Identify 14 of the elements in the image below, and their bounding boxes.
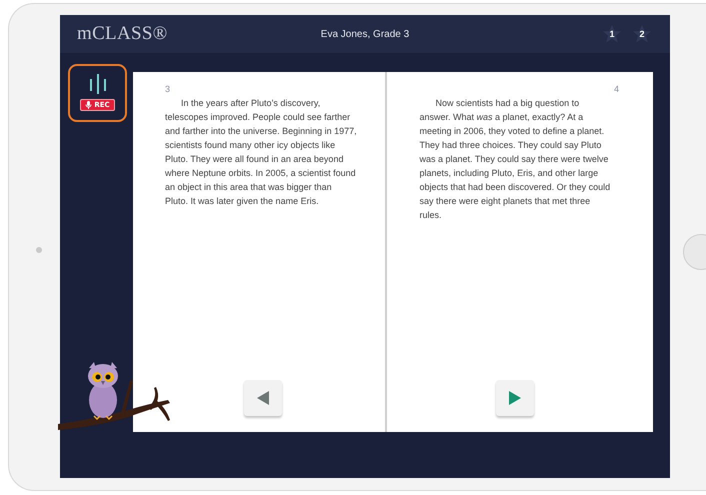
camera-dot <box>36 247 42 253</box>
student-name: Eva Jones, Grade 3 <box>320 28 410 40</box>
page-number: 4 <box>612 84 619 96</box>
back-triangle-icon <box>255 390 271 406</box>
microphone-icon <box>85 101 92 109</box>
story-paragraph: Now scientists had a big question to answer. What was a planet, exactly? At a meeting in 2006, they voted to define a planet. They had three choices. They could say Pluto was a planet. They could say there were twelve planets, including Pluto, Eris, and other large objects that had been discovered. Or they could say there were eight planets that met three rules. <box>420 97 612 222</box>
play-triangle-icon <box>506 390 522 406</box>
page-number: 3 <box>165 84 172 96</box>
next-page-button[interactable] <box>496 380 534 416</box>
audio-level-icon <box>88 74 106 94</box>
star-badge: 2 <box>632 24 652 44</box>
app-logo: mCLASS® <box>77 23 168 45</box>
story-paragraph: In the years after Pluto’s discovery, telescopes improved. People could see farther and farther into the universe. Beginning in 1977, scientists found many other icy objects like Pluto. They were all found in an area beyond where Neptune orbits. In 2005, a scientist found an object in this area that was bigger than Pluto. It was later given the name Eris. <box>165 97 357 208</box>
star-badge: 1 <box>602 24 622 44</box>
